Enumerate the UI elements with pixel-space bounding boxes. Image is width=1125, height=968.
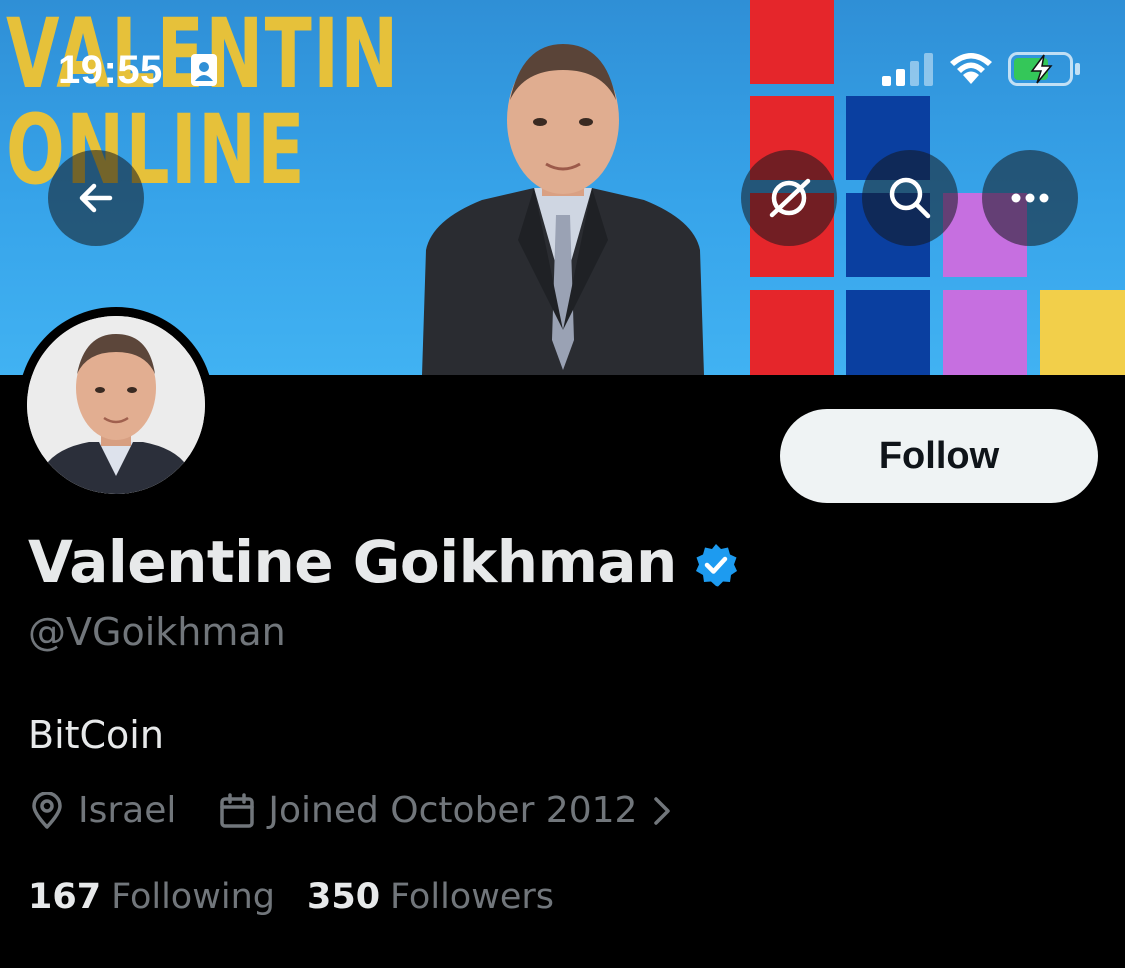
profile-meta: Israel Joined October 2012 bbox=[28, 790, 673, 831]
search-button[interactable] bbox=[862, 150, 958, 246]
avatar bbox=[27, 316, 205, 494]
banner-tile bbox=[846, 290, 930, 375]
follow-stats: 167 Following 350 Followers bbox=[28, 877, 554, 917]
banner-tile bbox=[750, 290, 834, 375]
followers-count: 350 bbox=[306, 877, 381, 917]
calendar-icon bbox=[220, 792, 255, 828]
grok-ai-icon bbox=[769, 178, 811, 218]
location-item: Israel bbox=[28, 790, 176, 831]
arrow-left-icon bbox=[79, 183, 113, 213]
follow-button[interactable]: Follow bbox=[780, 409, 1098, 503]
avatar-photo bbox=[27, 316, 205, 494]
following-count: 167 bbox=[28, 877, 102, 917]
wifi-icon bbox=[950, 53, 992, 84]
handle: @VGoikhman bbox=[28, 610, 286, 654]
status-bar: 19:55 bbox=[0, 0, 1125, 120]
banner-tile bbox=[943, 290, 1027, 375]
followers-label: Followers bbox=[390, 877, 554, 917]
battery-charging-icon bbox=[1008, 52, 1080, 86]
display-name-row: Valentine Goikhman bbox=[28, 528, 739, 596]
joined-item[interactable]: Joined October 2012 bbox=[218, 790, 673, 831]
grok-button[interactable] bbox=[741, 150, 837, 246]
status-time: 19:55 bbox=[58, 48, 163, 92]
followers-link[interactable]: 350 Followers bbox=[307, 877, 554, 917]
person-card-icon bbox=[191, 54, 217, 86]
location-text: Israel bbox=[78, 790, 177, 831]
banner-tile bbox=[1040, 290, 1125, 375]
more-dots-icon bbox=[1011, 193, 1049, 203]
cellular-signal-icon bbox=[882, 53, 933, 86]
bio: BitCoin bbox=[28, 713, 164, 757]
display-name: Valentine Goikhman bbox=[28, 528, 677, 596]
profile-avatar[interactable] bbox=[18, 307, 214, 503]
location-pin-icon bbox=[32, 791, 62, 829]
joined-text: Joined October 2012 bbox=[268, 790, 638, 831]
back-button[interactable] bbox=[48, 150, 144, 246]
more-options-button[interactable] bbox=[982, 150, 1078, 246]
following-link[interactable]: 167 Following bbox=[28, 877, 275, 917]
following-label: Following bbox=[111, 877, 275, 917]
chevron-right-icon bbox=[654, 796, 671, 825]
verified-badge-icon[interactable] bbox=[693, 542, 739, 588]
search-icon bbox=[889, 177, 931, 219]
